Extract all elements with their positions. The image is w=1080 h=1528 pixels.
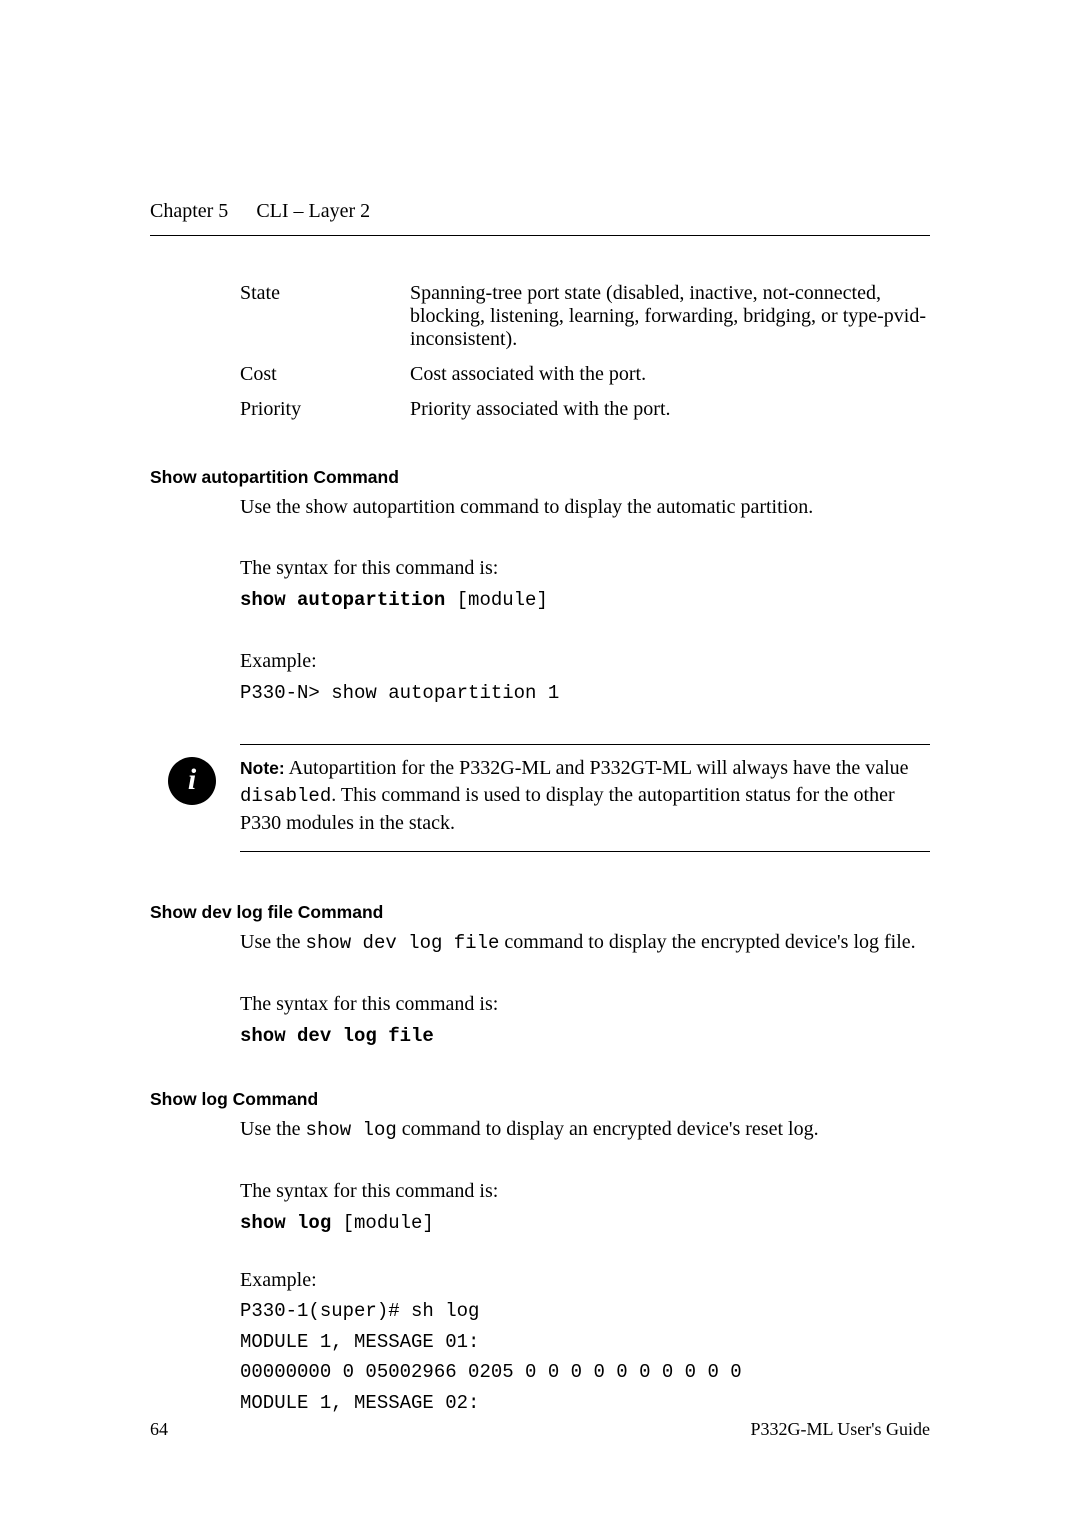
devlog-intro-prefix: Use the: [240, 931, 306, 953]
showlog-example-line: MODULE 1, MESSAGE 01:: [240, 1327, 930, 1357]
note-rule-top: [240, 744, 930, 745]
definitions-block: State Spanning-tree port state (disabled…: [240, 276, 930, 427]
note-label: Note:: [240, 758, 285, 778]
autopartition-example-label: Example:: [240, 648, 930, 675]
syntax-command: show log: [240, 1212, 331, 1234]
section-heading-showlog: Show log Command: [150, 1089, 930, 1110]
devlog-syntax: show dev log file: [240, 1024, 930, 1050]
devlog-intro-suffix: command to display the encrypted device'…: [499, 931, 915, 953]
section-heading-devlog: Show dev log file Command: [150, 902, 930, 923]
showlog-intro-suffix: command to display an encrypted device's…: [397, 1118, 819, 1140]
table-row: Cost Cost associated with the port.: [240, 357, 930, 392]
showlog-syntax: show log [module]: [240, 1211, 930, 1237]
syntax-arg: [module]: [445, 589, 548, 611]
doc-title: P332G-ML User's Guide: [750, 1419, 930, 1440]
definition-term: Priority: [240, 392, 410, 427]
autopartition-syntax-label: The syntax for this command is:: [240, 555, 930, 582]
showlog-example-line: MODULE 1, MESSAGE 02:: [240, 1388, 930, 1418]
devlog-intro-code: show dev log file: [306, 932, 500, 954]
showlog-example-line: P330-1(super)# sh log: [240, 1296, 930, 1326]
section-heading-autopartition: Show autopartition Command: [150, 467, 930, 488]
note-rule-bottom: [240, 851, 930, 852]
info-icon: i: [168, 757, 216, 805]
showlog-intro-code: show log: [306, 1119, 397, 1141]
info-icon-cell: i: [150, 755, 240, 805]
page-header: Chapter 5 CLI – Layer 2: [150, 200, 930, 236]
page: Chapter 5 CLI – Layer 2 State Spanning-t…: [0, 0, 1080, 1528]
showlog-example-line: 00000000 0 05002966 0205 0 0 0 0 0 0 0 0…: [240, 1357, 930, 1387]
header-chapter: Chapter 5: [150, 200, 228, 223]
page-footer: 64 P332G-ML User's Guide: [150, 1419, 930, 1440]
syntax-command: show autopartition: [240, 589, 445, 611]
autopartition-syntax: show autopartition [module]: [240, 588, 930, 614]
page-number: 64: [150, 1419, 168, 1440]
showlog-syntax-label: The syntax for this command is:: [240, 1178, 930, 1205]
table-row: State Spanning-tree port state (disabled…: [240, 276, 930, 357]
table-row: Priority Priority associated with the po…: [240, 392, 930, 427]
definition-desc: Priority associated with the port.: [410, 392, 930, 427]
definition-desc: Spanning-tree port state (disabled, inac…: [410, 276, 930, 357]
devlog-intro: Use the show dev log file command to dis…: [240, 929, 930, 957]
note-text-part1: Autopartition for the P332G-ML and P332G…: [285, 757, 909, 779]
showlog-intro: Use the show log command to display an e…: [240, 1116, 930, 1144]
note-text: Note: Autopartition for the P332G-ML and…: [240, 755, 930, 837]
showlog-intro-prefix: Use the: [240, 1118, 306, 1140]
note-code: disabled: [240, 785, 331, 807]
header-section: CLI – Layer 2: [256, 200, 370, 223]
showlog-example: Example: P330-1(super)# sh log MODULE 1,…: [240, 1264, 930, 1418]
note-block: i Note: Autopartition for the P332G-ML a…: [240, 744, 930, 852]
autopartition-example-line: P330-N> show autopartition 1: [240, 681, 930, 707]
definition-term: State: [240, 276, 410, 357]
definitions-table: State Spanning-tree port state (disabled…: [240, 276, 930, 427]
devlog-syntax-label: The syntax for this command is:: [240, 991, 930, 1018]
definition-term: Cost: [240, 357, 410, 392]
autopartition-intro: Use the show autopartition command to di…: [240, 494, 930, 521]
showlog-example-label: Example:: [240, 1264, 930, 1296]
note-text-part2: . This command is used to display the au…: [240, 784, 895, 834]
syntax-arg: [module]: [331, 1212, 434, 1234]
definition-desc: Cost associated with the port.: [410, 357, 930, 392]
